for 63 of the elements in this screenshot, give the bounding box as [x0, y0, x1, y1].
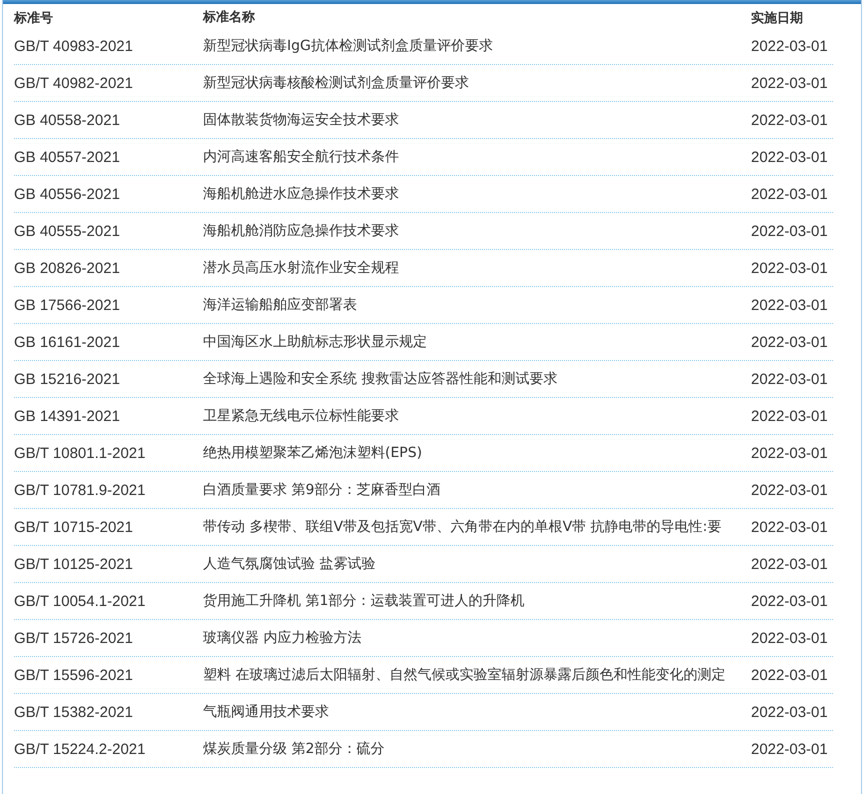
table-cell: 带传动 多楔带、联组V带及包括宽V带、六角带在内的单根V带 抗静电带的导电性:要	[203, 519, 722, 535]
table-cell: GB/T 15726-2021	[14, 630, 133, 647]
table-cell: 2022-03-01	[751, 408, 828, 425]
table-cell: 2022-03-01	[751, 704, 828, 721]
table-cell: 2022-03-01	[751, 667, 828, 684]
table-cell: GB/T 40982-2021	[14, 75, 133, 92]
table-cell: GB/T 10801.1-2021	[14, 445, 146, 462]
table-cell: GB/T 10781.9-2021	[14, 482, 146, 499]
table-cell: 2022-03-01	[751, 371, 828, 388]
table-cell: 2022-03-01	[751, 482, 828, 499]
table-cell: GB 40557-2021	[14, 149, 120, 166]
table-cell: GB/T 40983-2021	[14, 38, 133, 55]
table-cell: 中国海区水上助航标志形状显示规定	[203, 334, 427, 350]
table-cell: GB/T 15224.2-2021	[14, 741, 146, 758]
table-cell: GB/T 10715-2021	[14, 519, 133, 536]
table-cell: 全球海上遇险和安全系统 搜救雷达应答器性能和测试要求	[203, 371, 558, 387]
table-cell: 2022-03-01	[751, 334, 828, 351]
table-cell: GB 15216-2021	[14, 371, 120, 388]
table-cell: 2022-03-01	[751, 741, 828, 758]
table-cell: 塑料 在玻璃过滤后太阳辐射、自然气候或实验室辐射源暴露后颜色和性能变化的测定	[203, 667, 726, 683]
table-cell: 2022-03-01	[751, 186, 828, 203]
table-cell: 2022-03-01	[751, 593, 828, 610]
table-cell: 2022-03-01	[751, 519, 828, 536]
table-cell: 潜水员高压水射流作业安全规程	[203, 260, 399, 276]
table-cell: 2022-03-01	[751, 38, 828, 55]
table-cell: 绝热用模塑聚苯乙烯泡沫塑料(EPS)	[203, 445, 422, 461]
table-cell: 海洋运输船舶应变部署表	[203, 297, 357, 313]
table-cell: 海船机舱消防应急操作技术要求	[203, 223, 399, 239]
table-cell: 人造气氛腐蚀试验 盐雾试验	[203, 556, 376, 572]
table-cell: 玻璃仪器 内应力检验方法	[203, 630, 362, 646]
table-cell: GB/T 10125-2021	[14, 556, 133, 573]
table-cell: 2022-03-01	[751, 297, 828, 314]
table-cell: 内河高速客船安全航行技术条件	[203, 149, 399, 165]
table-cell: GB 14391-2021	[14, 408, 120, 425]
table-cell: 2022-03-01	[751, 556, 828, 573]
table-cell: GB 40558-2021	[14, 112, 120, 129]
table-cell: GB/T 10054.1-2021	[14, 593, 146, 610]
table-cell: 海船机舱进水应急操作技术要求	[203, 186, 399, 202]
table-cell: 2022-03-01	[751, 445, 828, 462]
table-cell: 2022-03-01	[751, 149, 828, 166]
column-header: 标准号	[14, 10, 53, 25]
column-header: 实施日期	[751, 10, 803, 25]
table-cell: GB 40556-2021	[14, 186, 120, 203]
table-cell: 新型冠状病毒核酸检测试剂盒质量评价要求	[203, 75, 469, 91]
table-cell: 2022-03-01	[751, 630, 828, 647]
table-cell: 气瓶阀通用技术要求	[203, 704, 329, 720]
table-cell: GB 40555-2021	[14, 223, 120, 240]
table-cell: 2022-03-01	[751, 223, 828, 240]
table-cell: 卫星紧急无线电示位标性能要求	[203, 408, 399, 424]
table-cell: 2022-03-01	[751, 75, 828, 92]
table-cell: GB/T 15382-2021	[14, 704, 133, 721]
table-cell: GB 16161-2021	[14, 334, 120, 351]
table-cell: 2022-03-01	[751, 112, 828, 129]
table-cell: 2022-03-01	[751, 260, 828, 277]
table-cell: 新型冠状病毒IgG抗体检测试剂盒质量评价要求	[203, 38, 493, 54]
table-cell: 货用施工升降机 第1部分：运载装置可进人的升降机	[203, 593, 524, 609]
table-cell: GB 17566-2021	[14, 297, 120, 314]
table-cell: 白酒质量要求 第9部分：芝麻香型白酒	[203, 482, 440, 498]
table-cell: 煤炭质量分级 第2部分：硫分	[203, 741, 384, 757]
table-cell: GB/T 15596-2021	[14, 667, 133, 684]
column-header: 标准名称	[203, 10, 255, 25]
table-cell: 固体散装货物海运安全技术要求	[203, 112, 399, 128]
table-cell: GB 20826-2021	[14, 260, 120, 277]
